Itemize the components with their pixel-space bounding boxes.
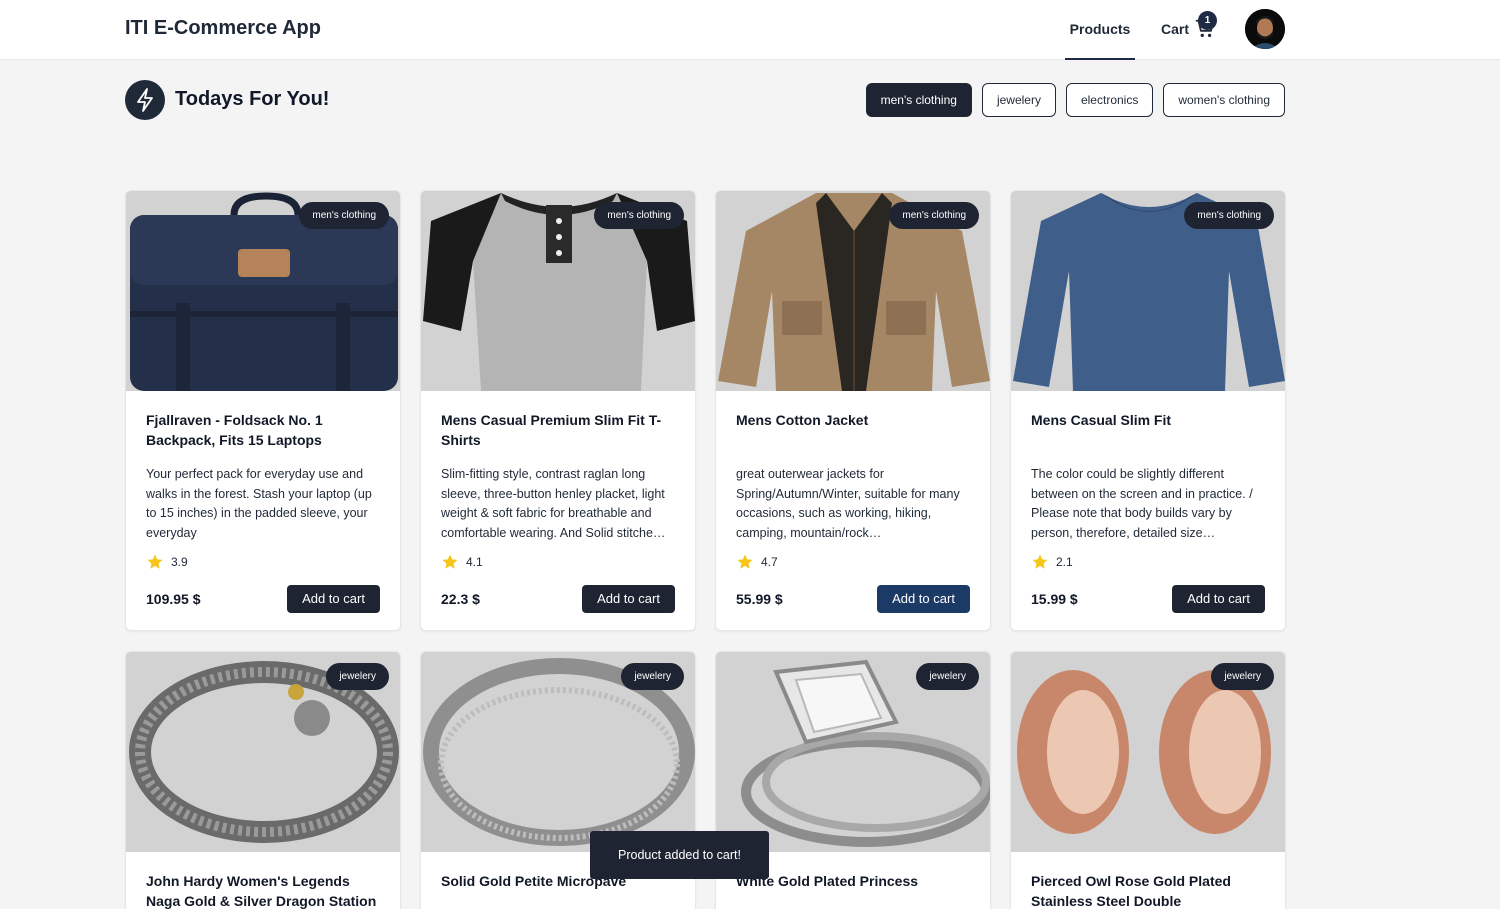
product-title[interactable]: Fjallraven - Foldsack No. 1 Backpack, Fi… (146, 410, 380, 450)
nav-cart-link[interactable]: Cart (1161, 0, 1189, 60)
star-icon (737, 554, 753, 569)
top-navbar: ITI E-Commerce App Products Cart 1 (0, 0, 1500, 60)
product-title[interactable]: White Gold Plated Princess (736, 871, 970, 909)
product-description: Slim-fitting style, contrast raglan long… (441, 467, 666, 540)
category-badge: jewelery (1211, 663, 1274, 690)
product-description: great outerwear jackets for Spring/Autum… (736, 467, 960, 540)
category-badge: men's clothing (1184, 202, 1274, 229)
product-title[interactable]: John Hardy Women's Legends Naga Gold & S… (146, 871, 380, 909)
rating-value: 4.7 (761, 555, 778, 569)
star-icon (442, 554, 458, 569)
category-badge: jewelery (916, 663, 979, 690)
nav-products-link[interactable]: Products (1065, 0, 1135, 60)
filter-chip-jewelery[interactable]: jewelery (981, 83, 1056, 117)
rating-value: 3.9 (171, 555, 188, 569)
product-description: The color could be slightly different be… (1031, 467, 1253, 540)
product-rating: 4.1 (441, 552, 675, 572)
add-to-cart-button[interactable]: Add to cart (582, 585, 675, 613)
product-rating: 4.7 (736, 552, 970, 572)
category-badge: jewelery (326, 663, 389, 690)
filter-chip-womens-clothing[interactable]: women's clothing (1163, 83, 1285, 117)
category-badge: men's clothing (594, 202, 684, 229)
product-image: jewelery (421, 652, 695, 852)
product-image: jewelery (1011, 652, 1285, 852)
category-badge: jewelery (621, 663, 684, 690)
filter-chip-mens-clothing[interactable]: men's clothing (865, 83, 972, 117)
category-badge: men's clothing (299, 202, 389, 229)
product-rating: 2.1 (1031, 552, 1265, 572)
product-card[interactable]: jewelery John Hardy Women's Legends Naga… (125, 651, 401, 909)
product-title[interactable]: Pierced Owl Rose Gold Plated Stainless S… (1031, 871, 1265, 909)
product-card[interactable]: men's clothing Fjallraven - Foldsack No.… (125, 190, 401, 631)
lightning-icon (125, 80, 165, 120)
toast-notification: Product added to cart! (590, 831, 769, 879)
user-avatar[interactable] (1245, 9, 1285, 49)
product-image: men's clothing (1011, 191, 1285, 391)
star-icon (147, 554, 163, 569)
app-brand[interactable]: ITI E-Commerce App (125, 17, 321, 40)
product-price: 22.3 $ (441, 591, 480, 607)
category-filter-bar: men's clothing jewelery electronics wome… (865, 83, 1285, 117)
rating-value: 4.1 (466, 555, 483, 569)
category-badge: men's clothing (889, 202, 979, 229)
star-icon (1032, 554, 1048, 569)
product-card[interactable]: men's clothing Mens Cotton Jacket great … (715, 190, 991, 631)
product-image: jewelery (716, 652, 990, 852)
rating-value: 2.1 (1056, 555, 1073, 569)
product-title[interactable]: Mens Cotton Jacket (736, 410, 970, 450)
product-card[interactable]: jewelery Pierced Owl Rose Gold Plated St… (1010, 651, 1286, 909)
product-card[interactable]: men's clothing Mens Casual Premium Slim … (420, 190, 696, 631)
product-rating: 3.9 (146, 552, 380, 572)
product-image: men's clothing (126, 191, 400, 391)
section-title: Todays For You! (175, 88, 330, 110)
product-card[interactable]: men's clothing Mens Casual Slim Fit The … (1010, 190, 1286, 631)
cart-count-badge: 1 (1198, 11, 1217, 30)
add-to-cart-button[interactable]: Add to cart (287, 585, 380, 613)
product-title[interactable]: Mens Casual Premium Slim Fit T-Shirts (441, 410, 675, 450)
product-price: 55.99 $ (736, 591, 783, 607)
product-image: jewelery (126, 652, 400, 852)
product-price: 15.99 $ (1031, 591, 1078, 607)
avatar-portrait-icon (1245, 9, 1285, 49)
product-title[interactable]: Mens Casual Slim Fit (1031, 410, 1265, 450)
product-image: men's clothing (421, 191, 695, 391)
add-to-cart-button[interactable]: Add to cart (877, 585, 970, 613)
add-to-cart-button[interactable]: Add to cart (1172, 585, 1265, 613)
product-description: Your perfect pack for everyday use and w… (146, 467, 372, 540)
filter-chip-electronics[interactable]: electronics (1065, 83, 1154, 117)
product-image: men's clothing (716, 191, 990, 391)
product-price: 109.95 $ (146, 591, 201, 607)
